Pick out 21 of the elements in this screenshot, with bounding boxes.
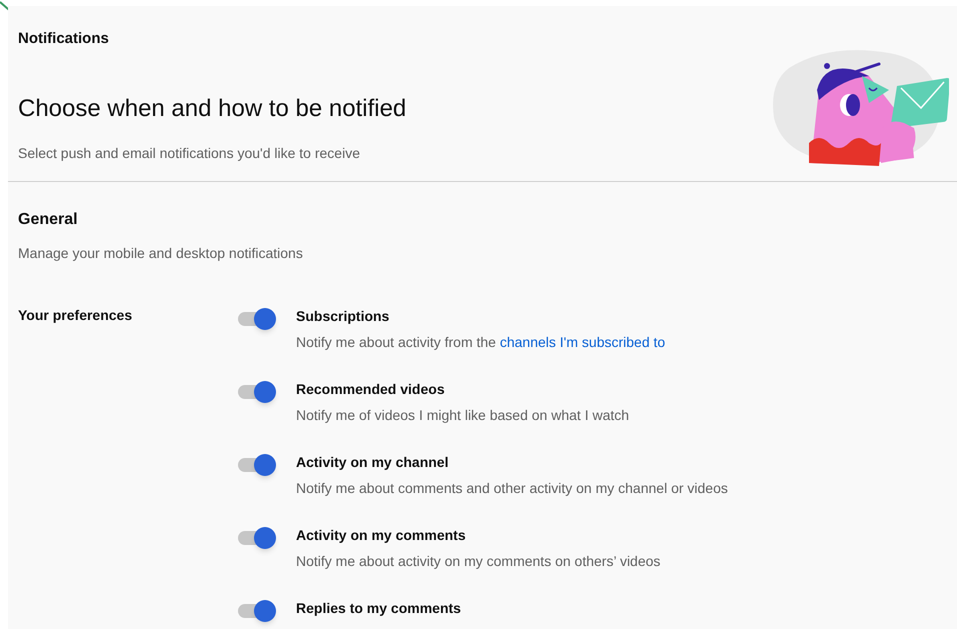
toggle-switch[interactable] (238, 308, 276, 328)
preference-description: Notify me about comments and other activity on my channel or videos (296, 478, 728, 498)
preferences-label: Your preferences (18, 306, 134, 325)
preference-description: Notify me about activity from the channels I'm subscribed to (296, 332, 666, 352)
toggle-switch[interactable] (238, 526, 276, 546)
toggle-switch[interactable] (238, 380, 276, 400)
preference-description: Notify me of videos I might like based on what I watch (296, 406, 630, 425)
header-title: Choose when and how to be notified (18, 94, 406, 124)
preference-title: Activity on my channel (296, 452, 450, 470)
preference-title: Subscriptions (296, 306, 390, 324)
page-title: Notifications (18, 29, 110, 49)
preference-description: Notify me about activity on my comments on others’ videos (296, 552, 660, 571)
preference-title: Activity on my comments (296, 526, 467, 544)
preference-title: Replies to my comments (296, 598, 461, 616)
toggle-switch[interactable] (238, 600, 276, 620)
preference-title: Recommended videos (296, 380, 446, 398)
section-title: General (18, 210, 79, 230)
channels-link[interactable]: channels I'm subscribed to (500, 334, 666, 350)
header-subtitle: Select push and email notifications you'd like to receive (18, 144, 361, 163)
toggle-switch[interactable] (238, 454, 276, 474)
section-subtitle: Manage your mobile and desktop notifications (18, 244, 304, 263)
